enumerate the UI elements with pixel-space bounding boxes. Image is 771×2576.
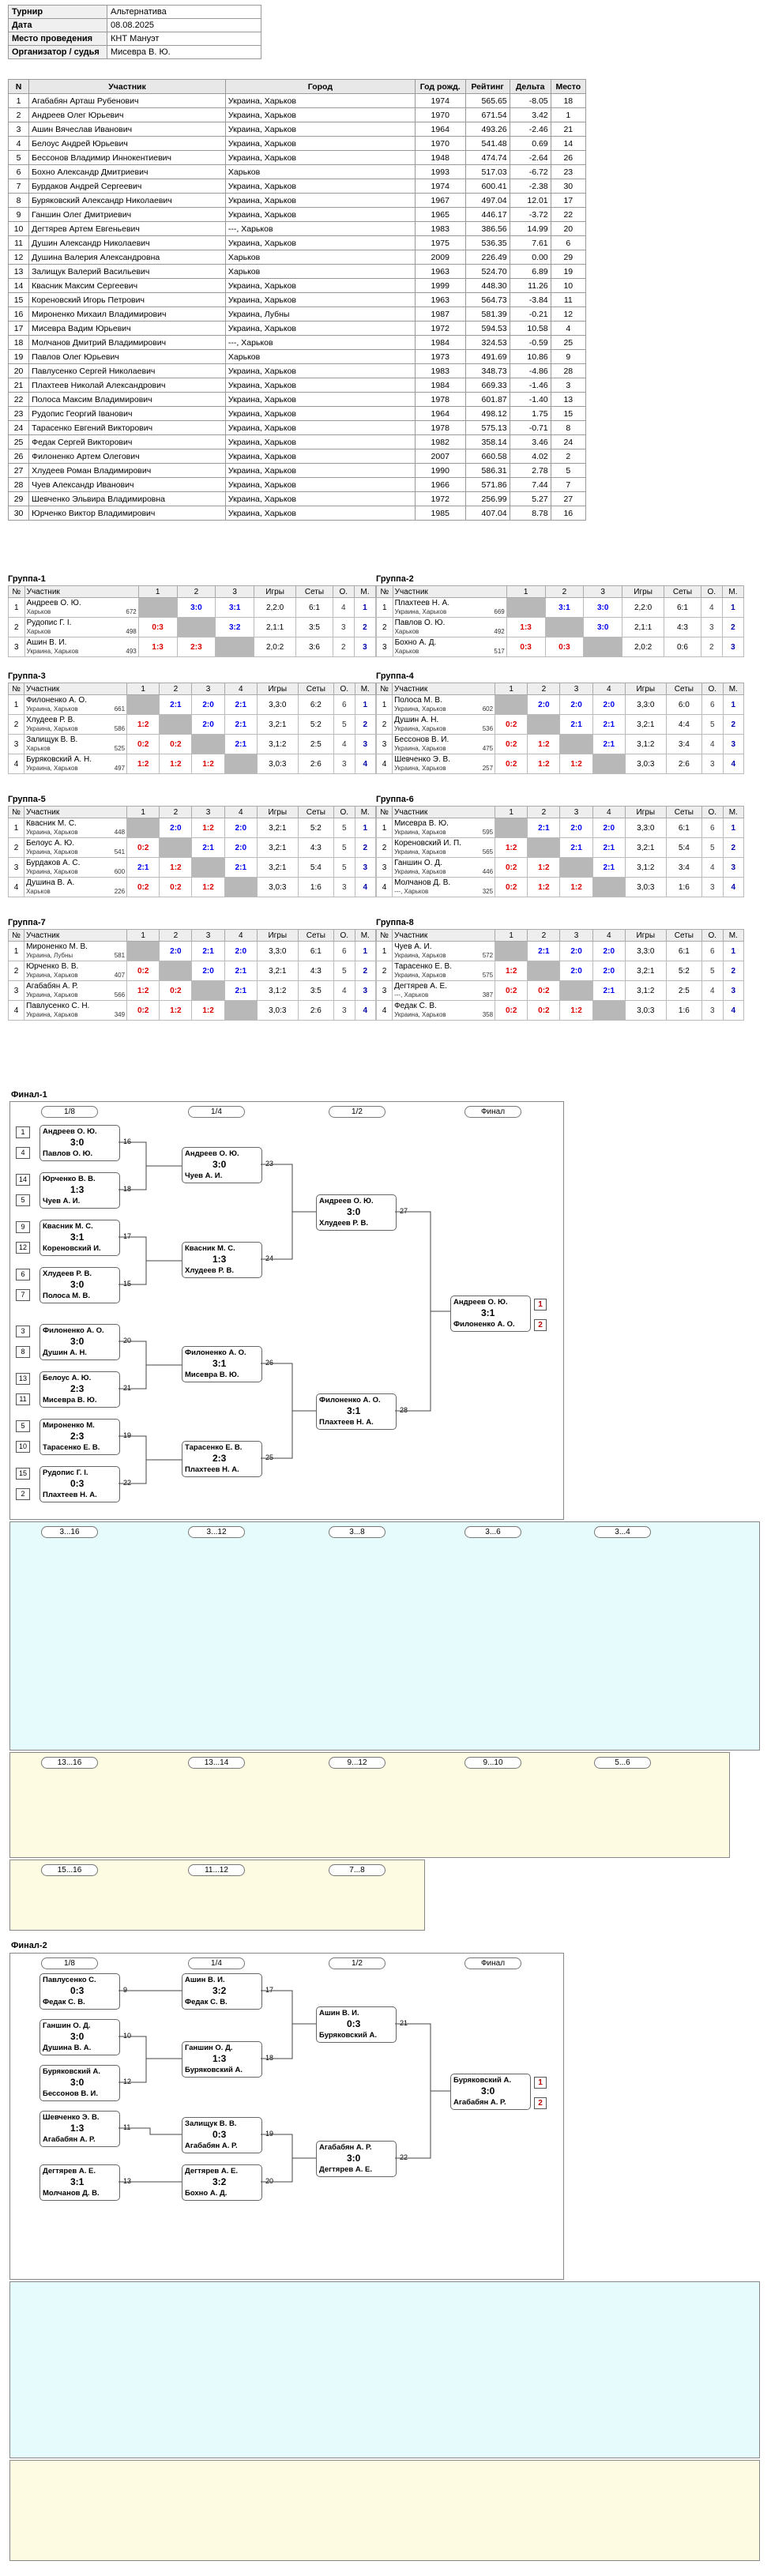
bracket-connector — [395, 2023, 450, 2159]
bracket-connector — [118, 2036, 182, 2083]
bracket-connector — [261, 2134, 316, 2183]
bracket-connector — [118, 2127, 182, 2135]
bracket-lines — [118, 1990, 450, 2183]
bracket-connector — [261, 1990, 316, 2059]
